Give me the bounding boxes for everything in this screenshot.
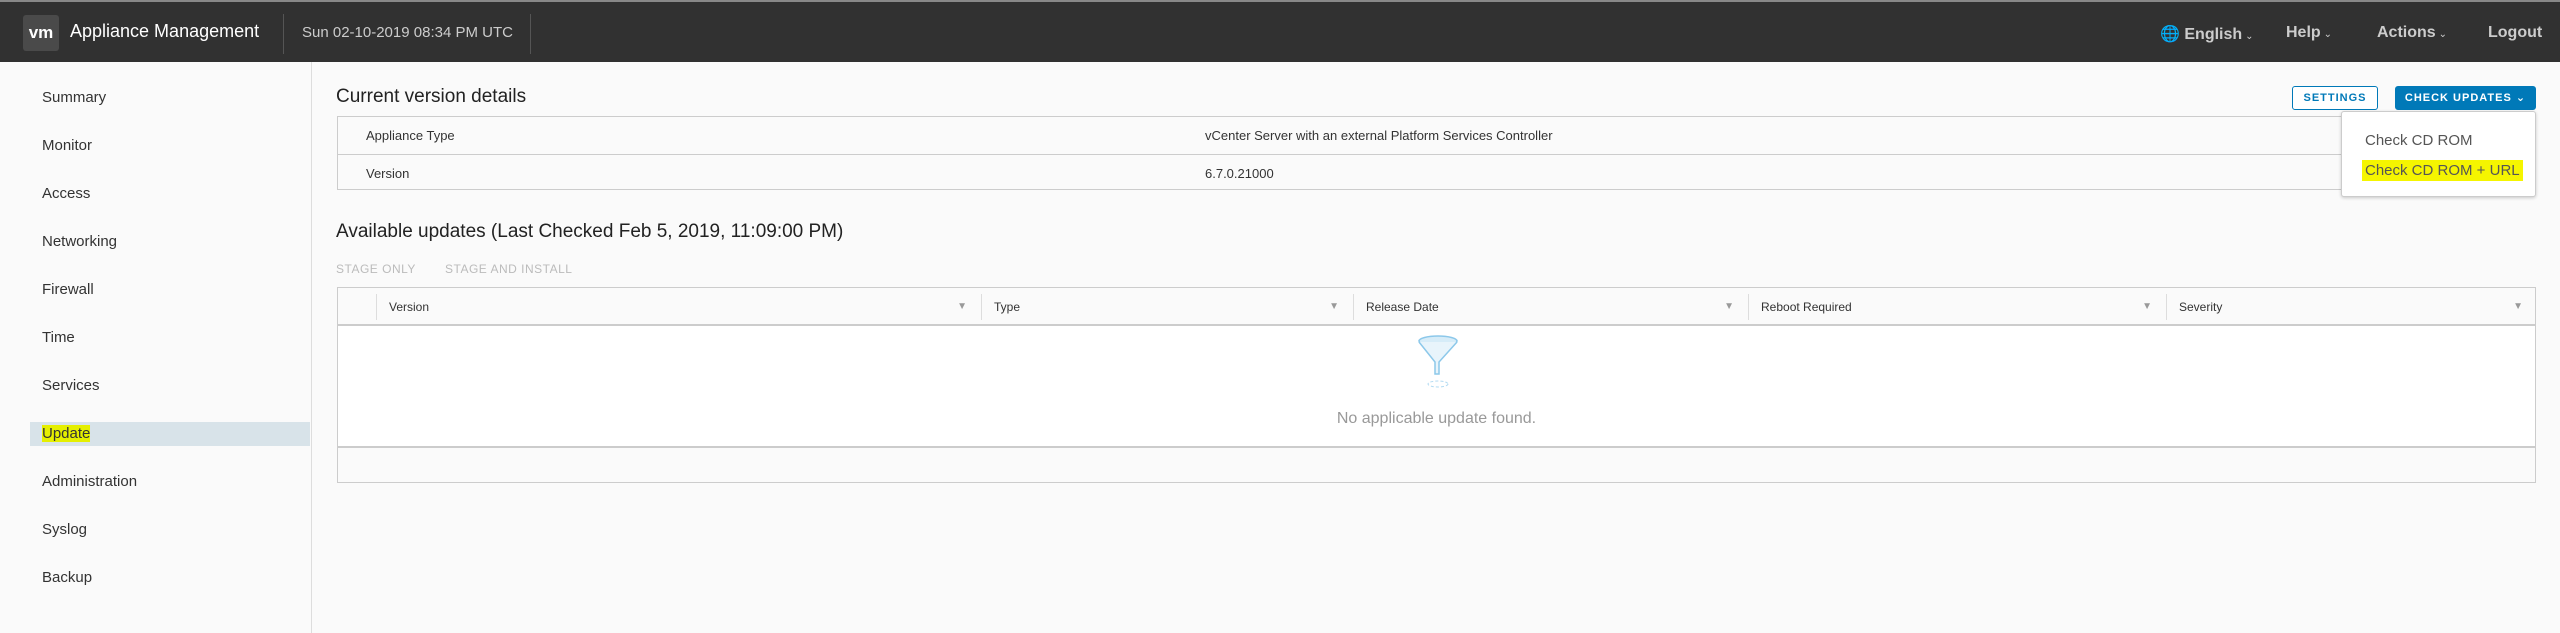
sidebar-item-label: Firewall (42, 281, 94, 298)
table-row: Version 6.7.0.21000 (338, 154, 2535, 191)
sidebar-item-access[interactable]: Access (30, 182, 310, 206)
sidebar-item-label: Summary (42, 89, 107, 106)
row-label: Version (366, 166, 410, 181)
sidebar-item-label: Administration (42, 473, 138, 490)
stage-and-install-button[interactable]: STAGE AND INSTALL (445, 262, 572, 276)
current-datetime: Sun 02-10-2019 08:34 PM UTC (302, 24, 513, 41)
filter-icon[interactable]: ▼ (1329, 294, 1339, 320)
updates-datagrid: Version ▼ Type ▼ Release Date ▼ Reboot Requ… (337, 287, 2536, 483)
sidebar-item-summary[interactable]: Summary (30, 86, 310, 110)
logout-link[interactable]: Logout (2488, 24, 2542, 42)
sidebar-item-label: Backup (42, 569, 93, 586)
divider (283, 14, 284, 54)
menu-item-check-cd-rom-url[interactable]: Check CD ROM + URL (2362, 160, 2523, 181)
app-title: Appliance Management (70, 21, 260, 41)
filter-icon[interactable]: ▼ (2142, 294, 2152, 320)
column-label: Reboot Required (1761, 300, 1852, 314)
sidebar-item-label: Time (42, 329, 75, 346)
filter-icon[interactable]: ▼ (957, 294, 967, 320)
check-updates-button[interactable]: CHECK UPDATES ⌄ (2395, 86, 2536, 110)
sidebar-item-networking[interactable]: Networking (30, 230, 310, 254)
current-version-title: Current version details (336, 86, 527, 107)
language-label: English (2184, 26, 2243, 43)
check-updates-label: CHECK UPDATES (2404, 92, 2512, 104)
globe-icon: 🌐 (2160, 26, 2180, 43)
vmware-logo: vm (23, 15, 59, 51)
version-details-table: Appliance Type vCenter Server with an ext… (337, 116, 2536, 190)
table-row: Appliance Type vCenter Server with an ext… (338, 117, 2535, 154)
column-release-date[interactable]: Release Date ▼ (1353, 294, 1748, 320)
sidebar-item-backup[interactable]: Backup (30, 566, 310, 590)
menu-item-check-cd-rom[interactable]: Check CD ROM (2365, 132, 2473, 149)
empty-state-message: No applicable update found. (1336, 410, 1537, 427)
datagrid-header: Version ▼ Type ▼ Release Date ▼ Reboot Requ… (338, 288, 2535, 326)
check-updates-dropdown: Check CD ROM Check CD ROM + URL (2341, 111, 2536, 197)
sidebar-item-monitor[interactable]: Monitor (30, 134, 310, 158)
stage-only-button[interactable]: STAGE ONLY (336, 262, 416, 276)
sidebar-item-label: Syslog (42, 521, 88, 538)
sidebar-item-label: Monitor (42, 137, 93, 154)
sidebar-item-update[interactable]: Update (30, 422, 310, 446)
actions-menu[interactable]: Actions ⌄ (2377, 24, 2447, 42)
chevron-down-icon: ⌄ (2438, 29, 2448, 40)
language-menu[interactable]: 🌐 English ⌄ (2160, 24, 2254, 44)
chevron-down-icon: ⌄ (2515, 92, 2527, 104)
chevron-down-icon: ⌄ (2245, 31, 2254, 42)
sidebar: Summary Monitor Access Networking Firewa… (0, 62, 312, 633)
column-severity[interactable]: Severity ▼ (2166, 294, 2537, 320)
column-label: Version (389, 300, 430, 314)
actions-label: Actions (2377, 24, 2436, 41)
sidebar-item-time[interactable]: Time (30, 326, 310, 350)
settings-button[interactable]: SETTINGS (2292, 86, 2378, 110)
column-type[interactable]: Type ▼ (981, 294, 1353, 320)
help-label: Help (2286, 24, 2321, 41)
row-value: 6.7.0.21000 (1205, 166, 1274, 181)
chevron-down-icon: ⌄ (2323, 29, 2333, 40)
sidebar-item-syslog[interactable]: Syslog (30, 518, 310, 542)
column-version[interactable]: Version ▼ (376, 294, 981, 320)
sidebar-item-services[interactable]: Services (30, 374, 310, 398)
sidebar-item-label: Update (42, 425, 91, 442)
top-header: vm Appliance Management Sun 02-10-2019 0… (0, 0, 2560, 62)
help-menu[interactable]: Help ⌄ (2286, 24, 2332, 42)
filter-icon[interactable]: ▼ (1724, 294, 1734, 320)
available-updates-title: Available updates (Last Checked Feb 5, 2… (336, 221, 844, 242)
row-label: Appliance Type (366, 128, 455, 143)
sidebar-item-label: Access (42, 185, 91, 202)
datagrid-body: No applicable update found. (338, 326, 2535, 448)
filter-icon[interactable]: ▼ (2513, 294, 2523, 320)
column-label: Severity (2179, 300, 2223, 314)
sidebar-item-label: Networking (42, 233, 118, 250)
funnel-icon (1418, 335, 1458, 388)
column-reboot-required[interactable]: Reboot Required ▼ (1748, 294, 2166, 320)
column-label: Type (994, 300, 1021, 314)
sidebar-item-label: Services (42, 377, 100, 394)
row-value: vCenter Server with an external Platform… (1205, 128, 1553, 143)
sidebar-item-firewall[interactable]: Firewall (30, 278, 310, 302)
column-label: Release Date (1366, 300, 1439, 314)
divider (530, 14, 531, 54)
sidebar-item-administration[interactable]: Administration (30, 470, 310, 494)
